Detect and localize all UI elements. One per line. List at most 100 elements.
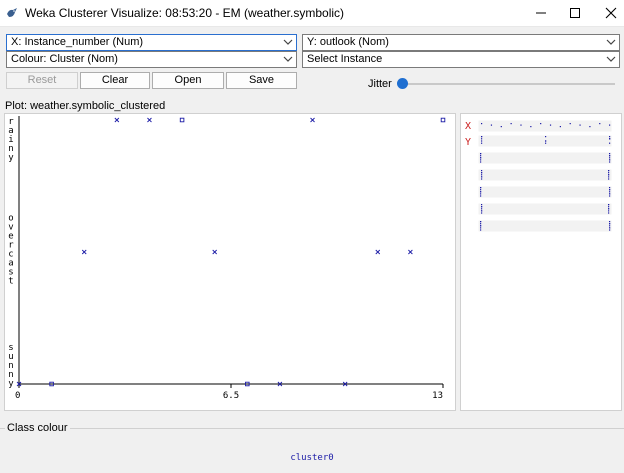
mini-plot-row bbox=[477, 168, 613, 182]
mini-point bbox=[589, 126, 591, 128]
data-point bbox=[179, 117, 185, 123]
mini-plot-row bbox=[477, 151, 613, 165]
mini-point bbox=[480, 225, 482, 227]
mini-point bbox=[510, 123, 512, 125]
colour-value: Colour: Cluster (Nom) bbox=[11, 53, 118, 65]
attribute-mini-plots-panel[interactable]: XY bbox=[460, 113, 622, 411]
mini-point bbox=[480, 195, 482, 197]
mini-point bbox=[609, 229, 611, 231]
data-point bbox=[81, 249, 87, 255]
mini-point bbox=[540, 123, 542, 125]
mini-point bbox=[608, 176, 610, 178]
x-axis-select[interactable]: X: Instance_number (Num) bbox=[6, 34, 297, 51]
data-point bbox=[310, 117, 315, 123]
save-button[interactable]: Save bbox=[226, 72, 297, 89]
y-tick-label: rainy bbox=[8, 117, 14, 163]
mini-point bbox=[481, 123, 483, 125]
mini-point bbox=[480, 157, 482, 159]
mini-point bbox=[609, 193, 611, 195]
data-point bbox=[114, 117, 120, 123]
class-colour-title: Class colour bbox=[5, 422, 70, 434]
clear-button[interactable]: Clear bbox=[80, 72, 150, 89]
mini-point bbox=[545, 140, 547, 142]
minimize-button[interactable] bbox=[522, 0, 560, 26]
mini-point bbox=[481, 174, 483, 176]
mini-point bbox=[500, 126, 502, 128]
scatter-plot-panel[interactable]: 0 6.5 13 s u n n y o v e r c a s t r a i n y bbox=[4, 113, 456, 411]
mini-point bbox=[481, 212, 483, 214]
mini-point bbox=[480, 193, 482, 195]
mini-point bbox=[609, 153, 611, 155]
mini-point bbox=[608, 172, 610, 174]
mini-point bbox=[608, 204, 610, 206]
mini-point bbox=[609, 136, 611, 138]
mini-point bbox=[609, 138, 611, 140]
mini-point bbox=[559, 126, 561, 128]
mini-point bbox=[480, 153, 482, 155]
mini-point bbox=[579, 124, 581, 126]
x-axis-value: X: Instance_number (Num) bbox=[11, 36, 144, 48]
jitter-slider-thumb[interactable] bbox=[397, 78, 408, 89]
mini-point bbox=[490, 124, 493, 126]
mini-point bbox=[609, 223, 611, 225]
chevron-down-icon bbox=[606, 39, 616, 45]
mini-point bbox=[609, 159, 611, 161]
attribute-mini-plots[interactable]: XY bbox=[461, 114, 623, 412]
mini-point bbox=[480, 223, 482, 225]
close-icon bbox=[605, 7, 617, 19]
x-tick-label: 13 bbox=[432, 391, 443, 401]
mini-point bbox=[481, 138, 483, 140]
mini-point bbox=[480, 159, 482, 161]
mini-plot-row bbox=[477, 119, 613, 133]
data-point bbox=[440, 117, 446, 123]
mini-point bbox=[569, 123, 571, 125]
mini-point bbox=[609, 221, 611, 223]
mini-point bbox=[599, 123, 601, 125]
mini-point bbox=[609, 227, 611, 229]
x-tick-label: 6.5 bbox=[223, 391, 239, 401]
reset-button[interactable]: Reset bbox=[6, 72, 78, 89]
mini-point bbox=[609, 225, 611, 227]
maximize-button[interactable] bbox=[556, 0, 594, 26]
mini-point bbox=[545, 142, 547, 144]
scatter-plot[interactable]: 0 6.5 13 s u n n y o v e r c a s t r a i n y bbox=[5, 114, 457, 412]
y-axis-value: Y: outlook (Nom) bbox=[307, 36, 389, 48]
legend-item[interactable]: cluster0 bbox=[290, 453, 333, 463]
mini-point bbox=[609, 187, 611, 189]
mini-point bbox=[481, 142, 483, 144]
mini-point bbox=[481, 206, 483, 208]
close-button[interactable] bbox=[592, 0, 624, 26]
minimize-icon bbox=[536, 12, 546, 14]
select-instance-select[interactable]: Select Instance bbox=[302, 51, 620, 68]
mini-point bbox=[480, 161, 482, 163]
select-instance-value: Select Instance bbox=[307, 53, 383, 65]
maximize-icon bbox=[570, 8, 580, 18]
mini-point bbox=[481, 172, 483, 174]
mini-x-label: X bbox=[465, 121, 471, 132]
jitter-label: Jitter bbox=[368, 78, 392, 90]
y-axis-select[interactable]: Y: outlook (Nom) bbox=[302, 34, 620, 51]
mini-point bbox=[608, 170, 610, 172]
chevron-down-icon bbox=[606, 56, 616, 62]
data-point bbox=[375, 249, 381, 255]
chevron-down-icon bbox=[283, 56, 293, 62]
mini-point bbox=[481, 140, 483, 142]
jitter-slider-track[interactable] bbox=[400, 83, 615, 85]
mini-point bbox=[609, 155, 611, 157]
data-point bbox=[408, 249, 413, 255]
mini-point bbox=[480, 187, 482, 189]
colour-select[interactable]: Colour: Cluster (Nom) bbox=[6, 51, 297, 68]
mini-point bbox=[608, 178, 610, 180]
plot-title: Plot: weather.symbolic_clustered bbox=[5, 100, 166, 112]
mini-point bbox=[481, 208, 483, 210]
mini-plot-row bbox=[477, 185, 613, 199]
mini-point bbox=[481, 178, 483, 180]
mini-point bbox=[609, 189, 611, 191]
chevron-down-icon bbox=[283, 39, 293, 45]
mini-point bbox=[480, 191, 482, 193]
mini-point bbox=[609, 191, 611, 193]
mini-point bbox=[609, 124, 611, 126]
open-button[interactable]: Open bbox=[152, 72, 224, 89]
mini-y-label: Y bbox=[465, 137, 471, 148]
data-point bbox=[147, 117, 152, 123]
